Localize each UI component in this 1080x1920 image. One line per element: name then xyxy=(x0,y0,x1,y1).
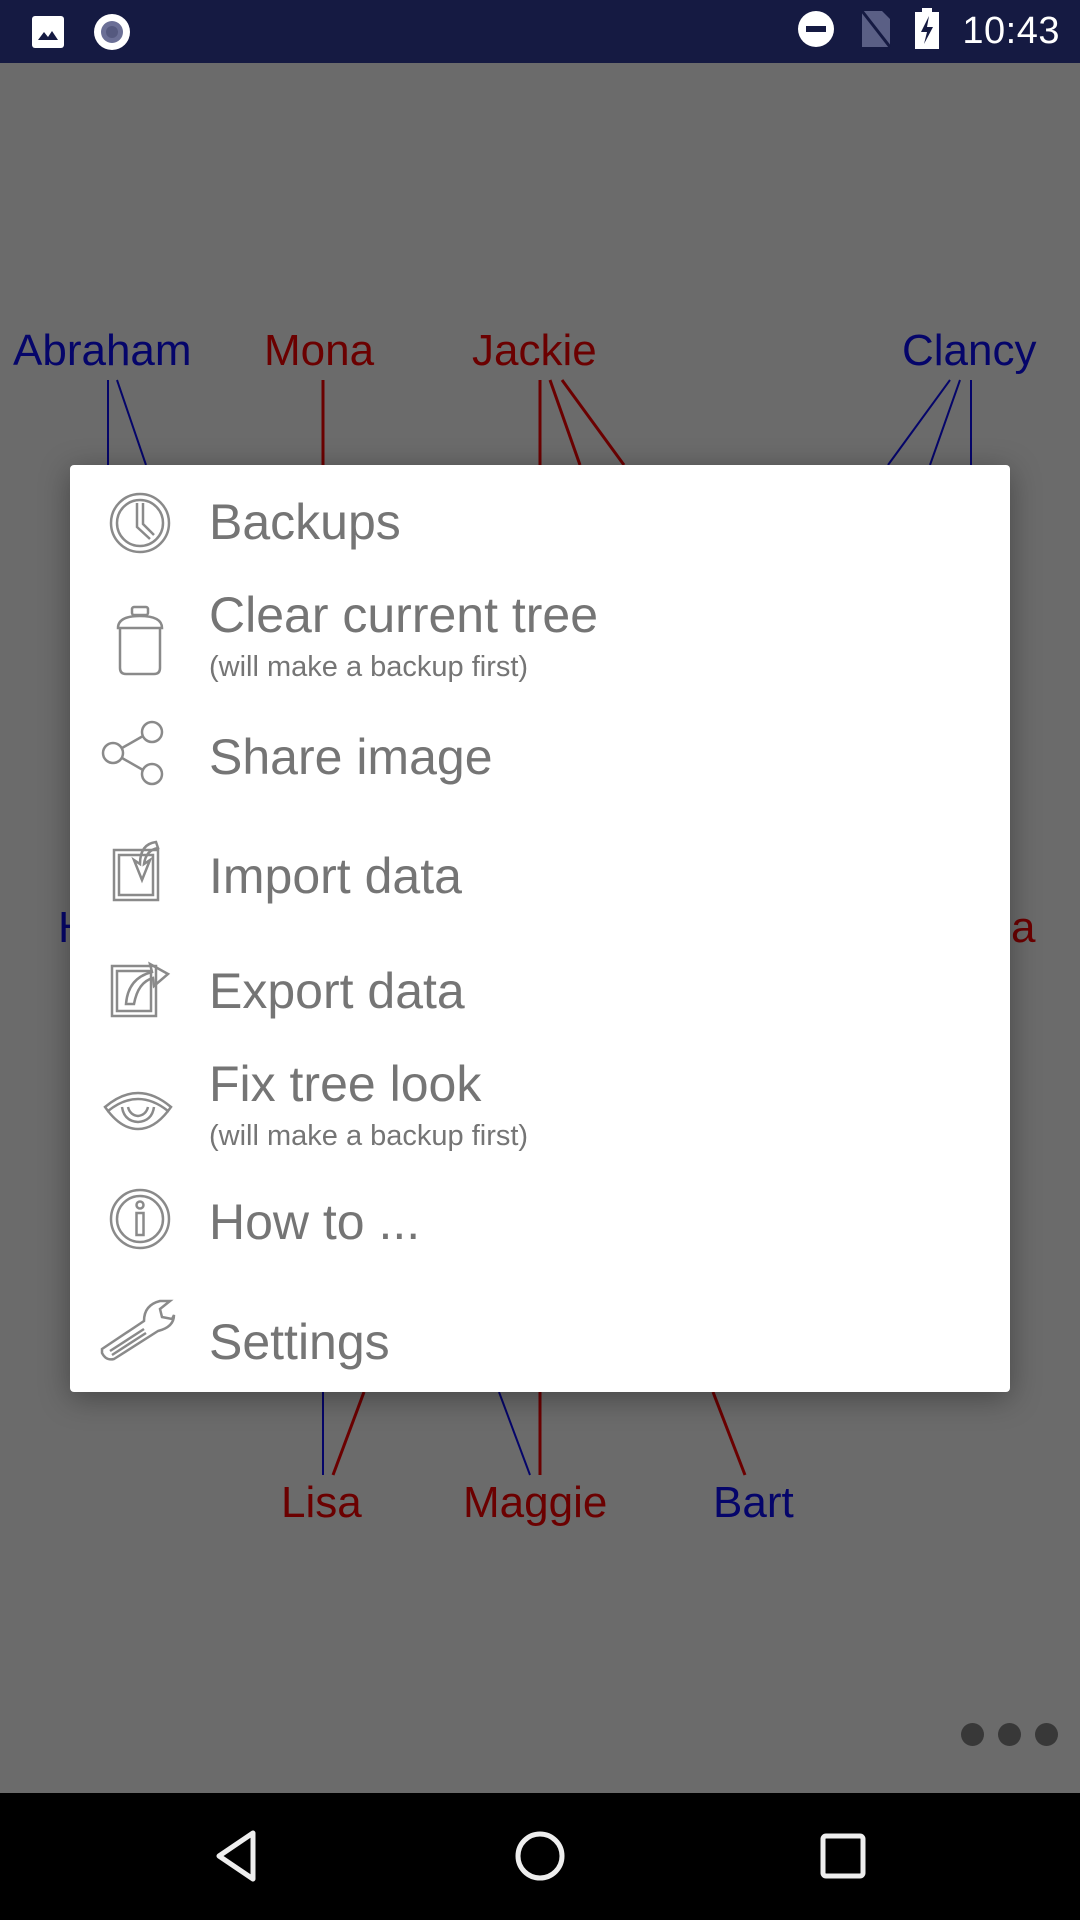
menu-item-share-image[interactable]: Share image xyxy=(70,700,1010,815)
options-menu: Backups Clear current tree (will make a … xyxy=(70,465,1010,1392)
person-maggie[interactable]: Maggie xyxy=(463,1481,607,1525)
clock: 10:43 xyxy=(962,10,1060,52)
info-icon xyxy=(100,1179,180,1259)
home-button[interactable] xyxy=(505,1823,575,1893)
connector xyxy=(498,1391,531,1476)
recents-icon xyxy=(818,1831,868,1886)
person-partial-right[interactable]: a xyxy=(1011,906,1035,950)
back-icon xyxy=(213,1829,261,1888)
menu-item-export-data[interactable]: Export data xyxy=(70,931,1010,1047)
record-notification-icon xyxy=(92,12,132,57)
clock-icon xyxy=(100,483,180,563)
connector xyxy=(887,379,951,466)
connector xyxy=(116,379,147,466)
back-button[interactable] xyxy=(202,1823,272,1893)
menu-item-import-data[interactable]: Import data xyxy=(70,815,1010,931)
menu-item-label: Import data xyxy=(209,848,462,904)
wrench-icon xyxy=(98,1289,178,1369)
menu-item-label: Share image xyxy=(209,729,493,785)
menu-item-backups[interactable]: Backups xyxy=(70,465,1010,580)
status-bar: 10:43 xyxy=(0,0,1080,63)
menu-item-label: Settings xyxy=(209,1314,390,1370)
trash-icon xyxy=(100,600,180,680)
menu-item-clear-tree[interactable]: Clear current tree (will make a backup f… xyxy=(70,580,1010,700)
eye-icon xyxy=(98,1069,178,1149)
recents-button[interactable] xyxy=(808,1823,878,1893)
connector xyxy=(331,1391,366,1476)
more-dots-icon[interactable] xyxy=(961,1723,1058,1746)
menu-item-settings[interactable]: Settings xyxy=(70,1279,1010,1392)
dot xyxy=(961,1723,984,1746)
no-sim-icon xyxy=(858,9,892,54)
connector xyxy=(929,379,961,466)
share-icon xyxy=(94,713,174,793)
person-abraham[interactable]: Abraham xyxy=(13,329,192,373)
menu-item-label: Fix tree look xyxy=(209,1056,482,1112)
menu-item-label: How to ... xyxy=(209,1194,421,1250)
do-not-disturb-icon xyxy=(796,9,836,54)
menu-item-sublabel: (will make a backup first) xyxy=(209,1120,529,1152)
export-icon xyxy=(100,947,180,1027)
dot xyxy=(998,1723,1021,1746)
person-jackie[interactable]: Jackie xyxy=(472,329,597,373)
person-lisa[interactable]: Lisa xyxy=(281,1481,362,1525)
menu-item-label: Backups xyxy=(209,494,401,550)
person-bart[interactable]: Bart xyxy=(713,1481,794,1525)
battery-charging-icon xyxy=(914,8,940,55)
menu-item-sublabel: (will make a backup first) xyxy=(209,651,529,683)
menu-item-fix-tree-look[interactable]: Fix tree look (will make a backup first) xyxy=(70,1047,1010,1167)
dot xyxy=(1035,1723,1058,1746)
import-icon xyxy=(100,831,180,911)
connector xyxy=(548,379,582,466)
menu-item-label: Clear current tree xyxy=(209,587,599,643)
image-notification-icon xyxy=(30,14,66,55)
menu-item-label: Export data xyxy=(209,963,465,1019)
menu-item-how-to[interactable]: How to ... xyxy=(70,1167,1010,1279)
person-clancy[interactable]: Clancy xyxy=(902,329,1037,373)
navigation-bar xyxy=(0,1793,1080,1920)
home-icon xyxy=(513,1829,567,1888)
person-mona[interactable]: Mona xyxy=(264,329,374,373)
connector xyxy=(560,379,626,466)
connector xyxy=(711,1391,747,1476)
